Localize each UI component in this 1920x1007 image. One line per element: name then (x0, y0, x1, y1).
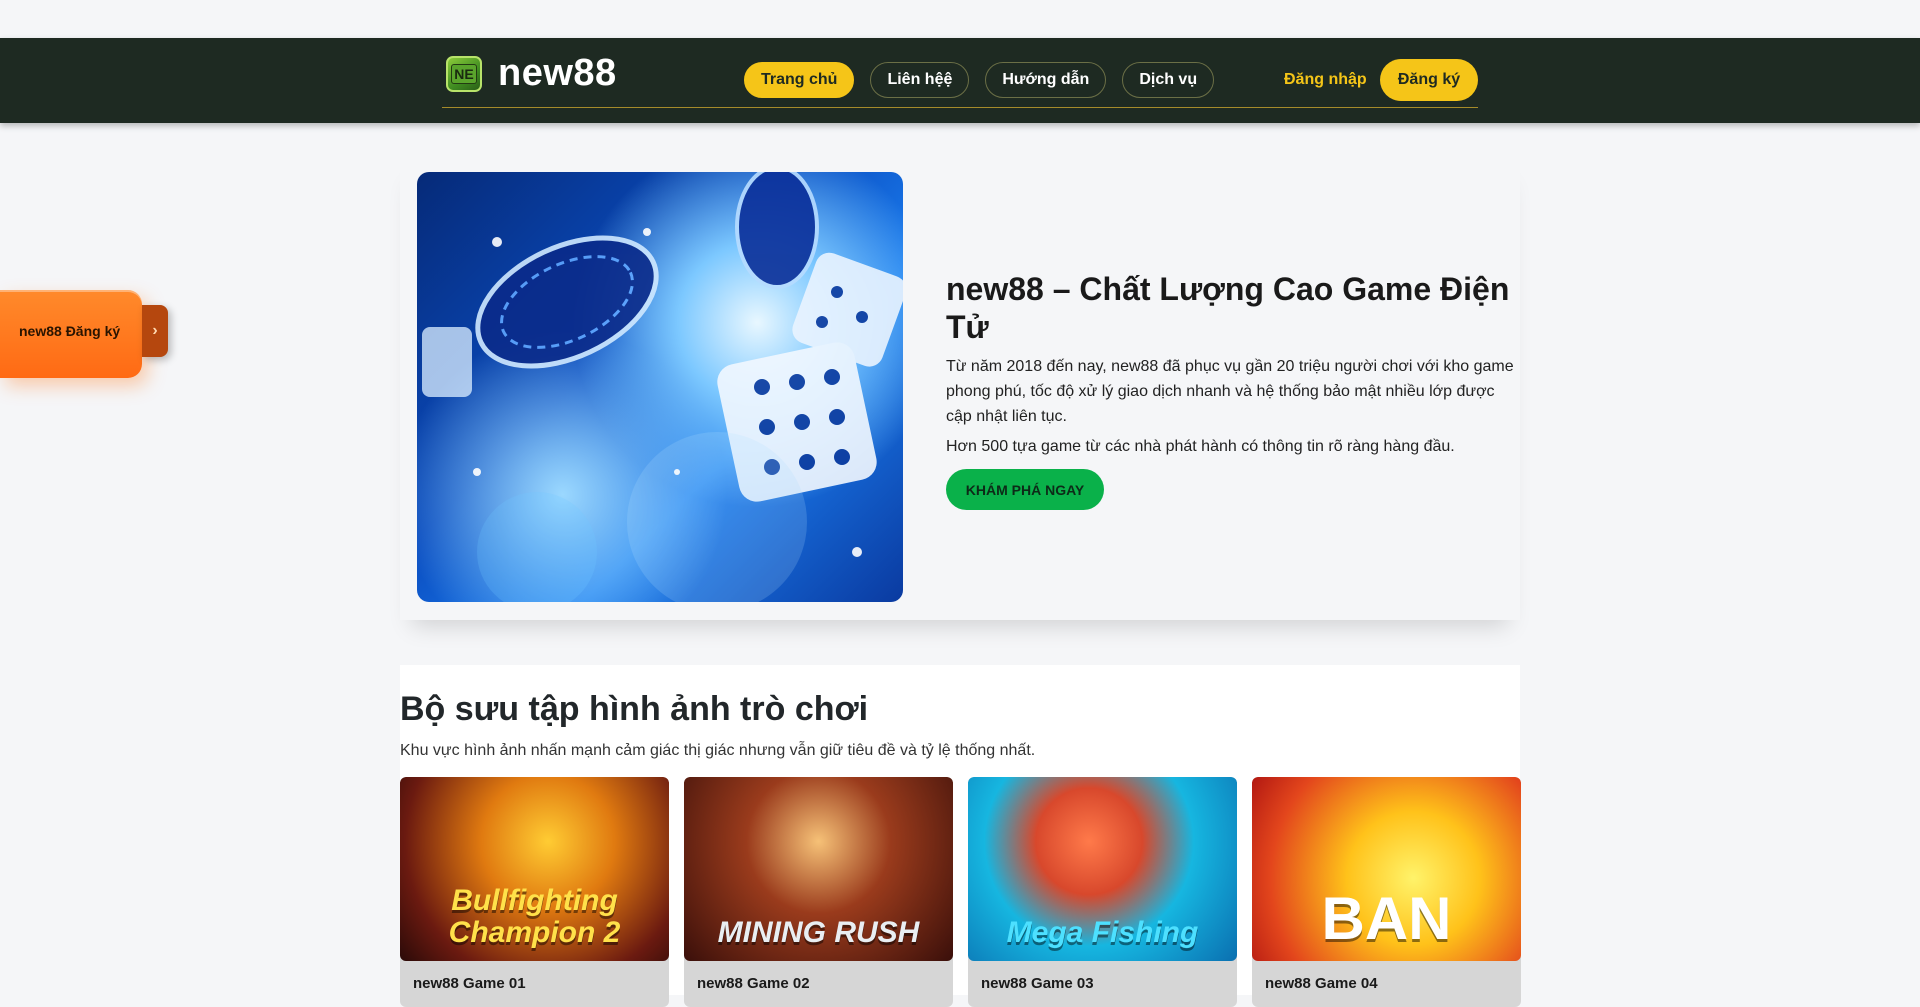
game-card-caption[interactable]: new88 Game 03 (968, 961, 1237, 992)
game-thumbnail[interactable]: BAN (1252, 777, 1521, 961)
navbar-inner: NE new88 Trang chủ Liên hệệ Hướng dẫn Dị… (442, 38, 1478, 108)
chevron-right-icon[interactable]: › (142, 305, 168, 357)
hero-paragraph-1: Từ năm 2018 đến nay, new88 đã phục vụ gầ… (946, 358, 1514, 425)
main-menu: Trang chủ Liên hệệ Hướng dẫn Dịch vụ (744, 62, 1215, 98)
game-art-title: BAN (1321, 885, 1452, 952)
menu-item-guide[interactable]: Hướng dẫn (985, 62, 1107, 98)
login-link[interactable]: Đăng nhập (1284, 71, 1367, 89)
hero-paragraph-2: Hơn 500 tựa game từ các nhà phát hành có… (946, 438, 1455, 455)
gallery-subtitle: Khu vực hình ảnh nhấn mạnh cảm giác thị … (400, 742, 1036, 759)
game-card[interactable]: Mega Fishing new88 Game 03 (968, 777, 1237, 1007)
logo-icon[interactable]: NE (446, 56, 482, 92)
game-card[interactable]: MINING RUSH new88 Game 02 (684, 777, 953, 1007)
game-cards: Bullfighting Champion 2 new88 Game 01 MI… (400, 777, 1521, 1007)
game-thumbnail[interactable]: Mega Fishing (968, 777, 1237, 961)
floating-register-label: new88 Đăng ký (19, 323, 121, 339)
game-thumbnail[interactable]: Bullfighting Champion 2 (400, 777, 669, 961)
navbar: NE new88 Trang chủ Liên hệệ Hướng dẫn Dị… (0, 38, 1920, 123)
explore-now-button[interactable]: KHÁM PHÁ NGAY (946, 469, 1104, 510)
floating-register-tab[interactable]: new88 Đăng ký (0, 290, 142, 378)
top-strip (0, 0, 1920, 38)
logo-text: NE (451, 64, 477, 84)
game-art-title: Bullfighting Champion 2 (448, 884, 621, 949)
game-art-title: Mega Fishing (1006, 916, 1199, 949)
hero-section: new88 – Chất Lượng Cao Game Điện Tử Từ n… (400, 155, 1520, 620)
game-gallery-section: Bộ sưu tập hình ảnh trò chơi Khu vực hìn… (400, 665, 1521, 1007)
gallery-title: Bộ sưu tập hình ảnh trò chơi (400, 690, 869, 728)
game-card-caption[interactable]: new88 Game 02 (684, 961, 953, 992)
game-art-title: MINING RUSH (717, 916, 920, 949)
hero-text: new88 – Chất Lượng Cao Game Điện Tử Từ n… (946, 270, 1516, 510)
game-thumbnail[interactable]: MINING RUSH (684, 777, 953, 961)
menu-item-home[interactable]: Trang chủ (744, 62, 855, 98)
menu-item-services[interactable]: Dịch vụ (1122, 62, 1215, 98)
game-card-caption[interactable]: new88 Game 04 (1252, 961, 1521, 992)
game-card-caption[interactable]: new88 Game 01 (400, 961, 669, 992)
game-card[interactable]: Bullfighting Champion 2 new88 Game 01 (400, 777, 669, 1007)
menu-item-contact[interactable]: Liên hệệ (870, 62, 970, 98)
register-button[interactable]: Đăng ký (1380, 59, 1478, 101)
brand-name[interactable]: new88 (498, 52, 617, 95)
hero-image (417, 172, 903, 602)
hero-title: new88 – Chất Lượng Cao Game Điện Tử (946, 271, 1510, 345)
dice-chips-illustration (422, 172, 903, 602)
game-card[interactable]: BAN new88 Game 04 (1252, 777, 1521, 1007)
